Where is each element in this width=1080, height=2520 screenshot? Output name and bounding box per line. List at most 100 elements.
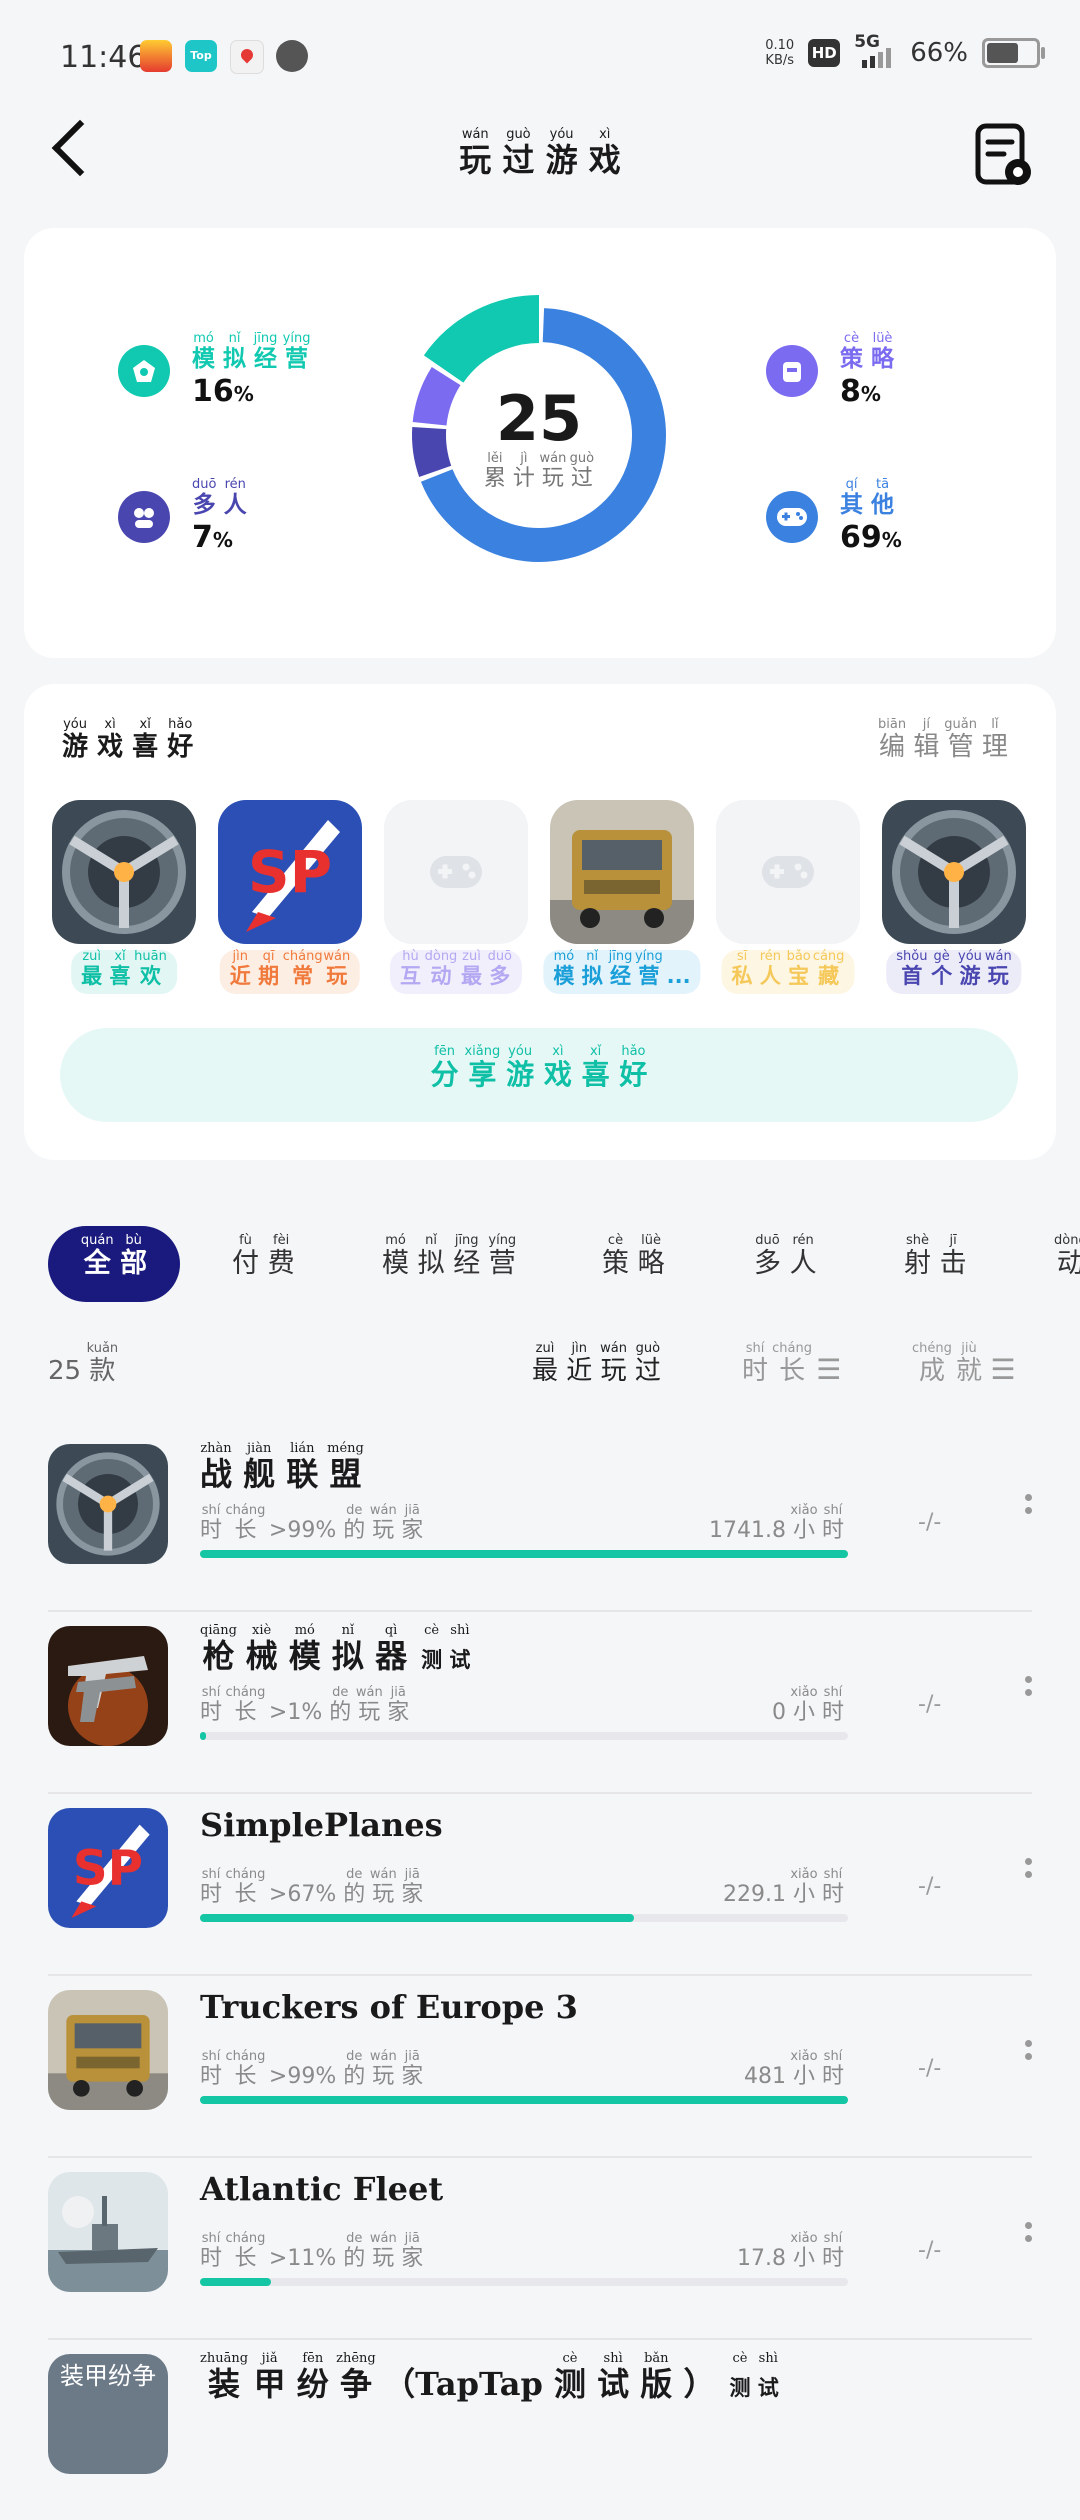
favorite-slots: 最zuì 喜xǐ 欢huān SP 近jìn 期qī 常cháng 玩wán 互… — [52, 800, 1032, 1000]
game-name: SimplePlanes — [200, 1806, 443, 1844]
sort-duration[interactable]: 时shí 长cháng ☰ — [742, 1341, 842, 1387]
game-name: Truckers of Europe 3 — [200, 1988, 578, 2026]
warship-alliance-icon — [882, 800, 1026, 944]
sort-recent[interactable]: 最zuì 近jìn 玩wán 过guò — [532, 1341, 661, 1387]
edit-manage-link[interactable]: 编biān 辑jí 管guǎn 理lǐ — [878, 717, 1008, 763]
genre-percent: 16% — [192, 374, 254, 409]
genre-percent: 7% — [192, 520, 233, 555]
tab-multiplayer[interactable]: 多duō 人rén — [754, 1226, 817, 1302]
total-played-count: 25 — [495, 382, 583, 455]
duration-progress-bar — [200, 2096, 848, 2104]
strategy-icon — [766, 344, 818, 397]
battery-percent: 66% — [910, 38, 968, 68]
genre-name: 多duō 人rén — [192, 477, 247, 518]
play-hours: 481 小xiǎo 时shí — [743, 2049, 844, 2089]
play-hours: 17.8 小xiǎo 时shí — [736, 2231, 844, 2271]
more-options-icon[interactable] — [1024, 1676, 1032, 1716]
category-tabs: 全quán 部bù 付fù 费fèi 模mó 拟nǐ 经jīng 营yíng 策… — [48, 1226, 1080, 1306]
duration-rank: 时shí 长cháng >67% 的de 玩wán 家jiā — [200, 1867, 424, 1907]
genre-stat-other: 其qí 他tā 69% — [766, 477, 902, 555]
duration-progress-bar — [200, 2278, 848, 2286]
favorite-tag: 私sī 人rén 宝bǎo 藏cáng — [721, 949, 855, 994]
sort-icon: ☰ — [990, 1353, 1016, 1386]
share-favorites-button[interactable]: 分fēn 享xiǎng 游yóu 戏xì 喜xǐ 好hǎo — [60, 1028, 1018, 1122]
genre-percent: 8% — [840, 374, 881, 409]
placeholder-gamepad-icon — [716, 800, 860, 944]
tab-all[interactable]: 全quán 部bù — [48, 1226, 180, 1302]
favorite-tag: 最zuì 喜xǐ 欢huān — [71, 949, 177, 994]
duration-progress-bar — [200, 1732, 848, 1740]
achievement-count: -/- — [918, 2238, 942, 2263]
test-badge: 测cè 试shì — [729, 2351, 779, 2400]
notification-link-icon — [276, 40, 308, 72]
simpleplanes-icon: SP — [218, 800, 362, 944]
play-hours: 1741.8 小xiǎo 时shí — [708, 1503, 844, 1543]
duration-rank: 时shí 长cháng >1% 的de 玩wán 家jiā — [200, 1685, 410, 1725]
game-name: 装zhuāng 甲jiǎ 纷fēn 争zhēng （TapTap 测cè 试sh… — [200, 2351, 779, 2403]
gun-simulator-icon — [48, 1626, 168, 1746]
warship-alliance-icon — [52, 800, 196, 944]
game-row[interactable]: Truckers of Europe 3 时shí 长cháng >99% 的d… — [48, 1976, 1032, 2158]
list-settings-icon[interactable] — [974, 122, 1032, 188]
placeholder-gamepad-icon — [384, 800, 528, 944]
game-name: 枪qiāng 械xiè 模mó 拟nǐ 器qì测cè 试shì — [200, 1623, 471, 1675]
achievement-count: -/- — [918, 1692, 942, 1717]
total-played-label: 累lěi 计jì 玩wán 过guò — [483, 451, 595, 491]
duration-rank: 时shí 长cháng >99% 的de 玩wán 家jiā — [200, 2049, 424, 2089]
game-row[interactable]: Atlantic Fleet 时shí 长cháng >11% 的de 玩wán… — [48, 2158, 1032, 2340]
favorite-slot-simulation[interactable]: 模mó 拟nǐ 经jīng 营yíng ... — [543, 800, 701, 994]
duration-progress-bar — [200, 1550, 848, 1558]
favorite-tag: 互hù 动dòng 最zuì 多duō — [389, 949, 523, 994]
favorite-slot-most-liked[interactable]: 最zuì 喜xǐ 欢huān — [52, 800, 196, 994]
game-row[interactable]: 战zhàn 舰jiàn 联lián 盟méng 时shí 长cháng >99%… — [48, 1430, 1032, 1612]
more-options-icon[interactable] — [1024, 1494, 1032, 1534]
favorite-slot-interactive-empty[interactable]: 互hù 动dòng 最zuì 多duō — [384, 800, 528, 994]
genre-name: 其qí 他tā — [840, 477, 895, 518]
favorite-slot-private-empty[interactable]: 私sī 人rén 宝bǎo 藏cáng — [716, 800, 860, 994]
game-name: Atlantic Fleet — [200, 2170, 444, 2208]
sort-icon: ☰ — [816, 1353, 842, 1386]
status-bar: 11:46 Top 0.10 KB/s HD 5G 66% — [0, 0, 1080, 120]
sort-achievement[interactable]: 成chéng 就jiù ☰ — [912, 1341, 1016, 1387]
genre-name: 策cè 略lüè — [840, 331, 895, 372]
favorite-tag: 近jìn 期qī 常cháng 玩wán — [219, 949, 361, 994]
more-options-icon[interactable] — [1024, 2222, 1032, 2262]
network-speed: 0.10 KB/s — [765, 38, 795, 68]
tab-shooter[interactable]: 射shè 击jī — [904, 1226, 967, 1302]
tab-action[interactable]: 动dòng — [1054, 1226, 1080, 1302]
favorite-tag: 首shǒu 个gè 游yóu 玩wán — [886, 949, 1022, 994]
multiplayer-icon — [118, 490, 170, 543]
more-options-icon[interactable] — [1024, 1858, 1032, 1898]
armored-warfare-icon: 装甲纷争 — [48, 2354, 168, 2474]
truckers-icon — [550, 800, 694, 944]
tab-paid[interactable]: 付fù 费fèi — [232, 1226, 295, 1302]
notification-top-icon: Top — [185, 40, 217, 72]
gamepad-icon — [766, 490, 818, 543]
genre-stat-multiplayer: 多duō 人rén 7% — [118, 477, 247, 555]
tab-simulation[interactable]: 模mó 拟nǐ 经jīng 营yíng — [382, 1226, 516, 1302]
simpleplanes-icon: SP — [48, 1808, 168, 1928]
list-header: 25 款kuǎn 最zuì 近jìn 玩wán 过guò 时shí 长cháng… — [48, 1341, 1028, 1392]
favorites-title: 游yóu 戏xì 喜xǐ 好hǎo — [62, 717, 194, 762]
favorite-slot-first-game[interactable]: 首shǒu 个gè 游yóu 玩wán — [882, 800, 1026, 994]
truckers-icon — [48, 1990, 168, 2110]
favorite-slot-recent[interactable]: SP 近jìn 期qī 常cháng 玩wán — [218, 800, 362, 994]
notification-app-icon-1 — [140, 40, 172, 72]
tab-strategy[interactable]: 策cè 略lüè — [602, 1226, 665, 1302]
achievement-count: -/- — [918, 1510, 942, 1535]
game-row[interactable]: SP SimplePlanes 时shí 长cháng >67% 的de 玩wá… — [48, 1794, 1032, 1976]
genre-stat-strategy: 策cè 略lüè 8% — [766, 331, 895, 409]
duration-rank: 时shí 长cháng >11% 的de 玩wán 家jiā — [200, 2231, 424, 2271]
signal-icon: 5G — [854, 32, 896, 68]
svg-text:SP: SP — [73, 1841, 143, 1897]
game-row[interactable]: 枪qiāng 械xiè 模mó 拟nǐ 器qì测cè 试shì 时shí 长ch… — [48, 1612, 1032, 1794]
status-time: 11:46 — [60, 40, 147, 75]
game-name: 战zhàn 舰jiàn 联lián 盟méng — [200, 1441, 364, 1493]
notification-map-icon — [230, 40, 264, 74]
game-row[interactable]: 装甲纷争 装zhuāng 甲jiǎ 纷fēn 争zhēng （TapTap 测c… — [48, 2340, 1032, 2520]
genre-name: 模mó 拟nǐ 经jīng 营yíng — [192, 331, 311, 372]
favorite-tag: 模mó 拟nǐ 经jīng 营yíng ... — [543, 949, 701, 994]
svg-text:SP: SP — [248, 838, 332, 906]
achievement-count: -/- — [918, 2056, 942, 2081]
more-options-icon[interactable] — [1024, 2040, 1032, 2080]
